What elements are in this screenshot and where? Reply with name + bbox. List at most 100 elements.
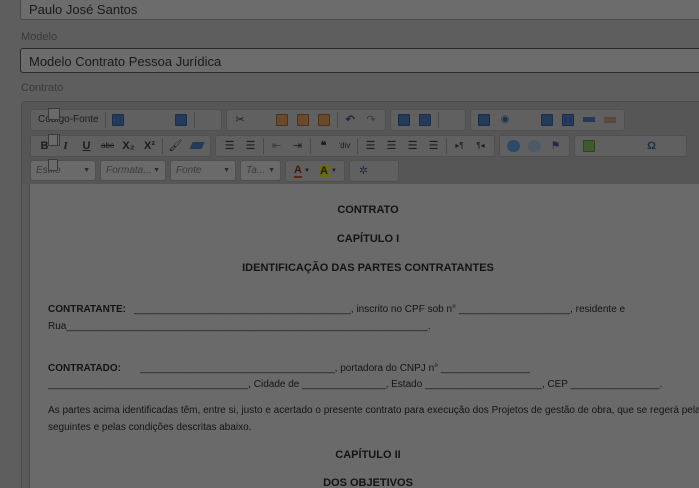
toolbar-row-1: Código-Fonte ✂ ↶ ↷ ◉ (30, 108, 629, 131)
size-combo[interactable]: Ta... ▼ (240, 160, 281, 181)
find-button[interactable] (395, 111, 414, 129)
radio-icon: ◉ (500, 114, 510, 125)
toolbar-row-3: Estilo▼ Formata...▼ Fonte▼ Ta...▼ A▼ A▼ … (30, 159, 403, 182)
indent-button[interactable]: ⇥ (288, 137, 307, 155)
align-justify-button[interactable]: ☰ (424, 137, 443, 155)
page-break-button[interactable] (48, 134, 682, 155)
nome-field[interactable]: Paulo José Santos (20, 0, 699, 20)
new-page-button[interactable] (48, 108, 149, 129)
select-all-button[interactable] (48, 108, 461, 129)
templates-button[interactable] (48, 108, 217, 129)
div-button[interactable]: 'div (335, 137, 354, 155)
form-checkbox-button[interactable] (475, 111, 494, 129)
chevron-down-icon: ▼ (223, 167, 230, 174)
blockquote-button[interactable]: ❝ (314, 137, 333, 155)
indent-icon: ⇥ (292, 140, 303, 152)
contratante-line-2: Rua_____________________________________… (48, 321, 431, 332)
contratante-line-1: _______________________________________,… (134, 304, 626, 315)
numbered-list-button[interactable]: ☰ (220, 137, 239, 155)
bg-color-button[interactable]: A ▼ (316, 162, 340, 180)
special-char-button[interactable]: Ω (642, 137, 661, 155)
toolbar-group-links: ⚑ (499, 134, 570, 157)
align-center-button[interactable]: ☰ (382, 137, 401, 155)
modelo-select[interactable]: Modelo Contrato Pessoa Jurídica (20, 48, 699, 73)
undo-button[interactable]: ↶ (341, 111, 360, 129)
toolbar-group-clipboard: ✂ ↶ ↷ (48, 108, 386, 131)
underline-button[interactable]: U (77, 137, 96, 155)
source-button[interactable]: Código-Fonte (35, 108, 102, 129)
button-icon (583, 117, 596, 122)
paste-text-button[interactable] (294, 111, 313, 129)
subscript-icon: X₂ (122, 139, 135, 152)
align-left-button[interactable]: ☰ (361, 137, 380, 155)
select-icon (562, 113, 575, 126)
checkbox-icon (478, 113, 491, 126)
chevron-down-icon: ▼ (83, 167, 90, 174)
save-button[interactable] (109, 111, 128, 129)
paste-button[interactable] (273, 111, 292, 129)
text-color-button[interactable]: A ▼ (290, 162, 314, 180)
align-right-button[interactable]: ☰ (403, 137, 422, 155)
cut-icon: ✂ (235, 114, 245, 126)
align-right-icon: ☰ (407, 140, 418, 152)
unlink-button[interactable] (525, 137, 544, 155)
remove-format-button[interactable] (187, 137, 206, 155)
form-textfield-button[interactable] (48, 108, 536, 129)
paste-word-button[interactable] (315, 111, 334, 129)
horizontal-line-button[interactable] (48, 134, 640, 155)
form-select-button[interactable] (559, 111, 578, 129)
copy-format-button[interactable]: 🖌 (166, 137, 185, 155)
undo-icon: ↶ (345, 114, 355, 126)
print-button[interactable] (172, 111, 191, 129)
outdent-button[interactable]: ⇤ (267, 137, 286, 155)
separator (357, 137, 358, 154)
link-button[interactable] (504, 137, 523, 155)
replace-icon (419, 113, 432, 126)
toolbar-group-colors: A ▼ A ▼ (285, 159, 345, 182)
anchor-button[interactable]: ⚑ (546, 137, 565, 155)
toolbar-group-forms: ◉ (48, 108, 625, 131)
size-combo-label: Ta... (246, 165, 266, 176)
bulleted-list-button[interactable]: ☰ (241, 137, 260, 155)
italic-icon: I (63, 139, 68, 152)
chevron-down-icon: ▼ (304, 167, 310, 174)
omega-icon: Ω (647, 139, 656, 152)
preview-button[interactable] (48, 108, 170, 129)
font-combo[interactable]: Fonte ▼ (170, 160, 236, 181)
ltr-button[interactable]: ▸¶ (450, 137, 469, 155)
superscript-button[interactable]: X² (140, 137, 159, 155)
image-button[interactable] (579, 137, 598, 155)
toolbar-group-tools: ✲ (48, 159, 399, 182)
strike-icon: abc (101, 141, 114, 150)
chapter-1-title: IDENTIFICAÇÃO DAS PARTES CONTRATANTES (242, 262, 494, 274)
replace-button[interactable] (416, 111, 435, 129)
numbered-list-icon: ☰ (224, 140, 235, 152)
format-combo-label: Formata... (106, 165, 152, 176)
copy-button[interactable] (48, 108, 271, 129)
redo-button[interactable]: ↷ (362, 111, 381, 129)
separator (193, 111, 195, 128)
form-hidden-button[interactable] (601, 111, 620, 129)
table-button[interactable] (48, 134, 619, 155)
superscript-icon: X² (144, 139, 155, 152)
form-button-button[interactable] (580, 111, 599, 129)
textarea-icon (541, 113, 554, 126)
cut-button[interactable]: ✂ (231, 111, 250, 129)
ltr-icon: ▸¶ (455, 141, 464, 150)
strike-button[interactable]: abc (98, 137, 117, 155)
format-combo[interactable]: Formata... ▼ (100, 160, 166, 181)
rtl-button[interactable]: ¶◂ (471, 137, 490, 155)
editor-content-area[interactable]: CONTRATO CAPÍTULO I IDENTIFICAÇÃO DAS PA… (29, 184, 699, 488)
toolbar-group-insert: Ω (48, 134, 687, 157)
separator (310, 137, 311, 154)
subscript-button[interactable]: X₂ (119, 137, 138, 155)
rich-text-editor: Código-Fonte ✂ ↶ ↷ ◉ B I U abc X₂ X² 🖌 ☰… (21, 101, 699, 488)
form-radio-button[interactable]: ◉ (496, 111, 515, 129)
form-textarea-button[interactable] (538, 111, 557, 129)
style-combo[interactable]: Estilo▼ (30, 160, 96, 181)
maximize-button[interactable]: ✲ (354, 162, 373, 180)
underline-icon: U (82, 139, 91, 152)
show-blocks-button[interactable] (48, 159, 394, 180)
paste-icon (276, 113, 289, 126)
print-icon (175, 113, 188, 126)
